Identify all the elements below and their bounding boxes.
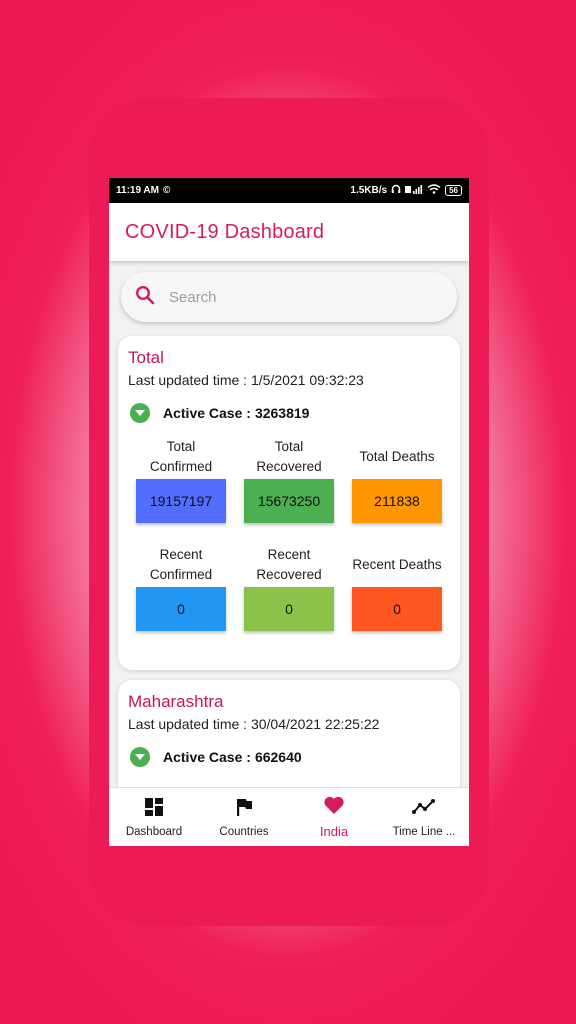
heart-icon: [323, 795, 345, 820]
status-bar: 11:19 AM © 1.5KB/s 56: [109, 178, 469, 203]
search-input[interactable]: [167, 287, 411, 307]
nav-dashboard[interactable]: Dashboard: [109, 788, 199, 846]
stat-recent-recovered: Recent Recovered 0: [244, 545, 334, 631]
status-time: 11:19 AM: [116, 185, 159, 196]
stat-value-box: 0: [352, 587, 442, 631]
active-case-value: 662640: [254, 749, 302, 765]
active-case-value: 3263819: [254, 405, 310, 421]
flag-icon: [234, 797, 254, 822]
nav-label: India: [319, 824, 349, 839]
stat-value-box: 19157197: [136, 479, 226, 523]
active-case-label: Active Case :: [163, 405, 251, 421]
search-icon: [135, 285, 155, 310]
stat-total-recovered: Total Recovered 15673250: [244, 437, 334, 523]
nav-label: Dashboard: [125, 825, 183, 838]
card-title: Maharashtra: [128, 692, 224, 711]
active-case-label: Active Case :: [163, 749, 251, 765]
stat-label: Recent Deaths: [352, 557, 442, 572]
dashboard-icon: [144, 797, 164, 822]
nav-timeline[interactable]: Time Line ...: [379, 788, 469, 846]
stat-value-box: 15673250: [244, 479, 334, 523]
signal-icon: [405, 184, 423, 197]
stat-label: Total Deaths: [359, 449, 435, 464]
stat-total-confirmed: Total Confirmed 19157197: [136, 437, 226, 523]
stat-total-deaths: Total Deaths 211838: [352, 437, 442, 523]
stat-value-box: 0: [244, 587, 334, 631]
active-case-row[interactable]: Active Case : 662640: [130, 747, 450, 767]
stat-label: Recent Confirmed: [149, 547, 213, 582]
total-card[interactable]: Total Last updated time : 1/5/2021 09:32…: [118, 336, 460, 670]
wifi-icon: [427, 184, 441, 197]
stat-label: Total Recovered: [256, 439, 322, 474]
search-bar[interactable]: [121, 272, 457, 322]
stat-label: Recent Recovered: [256, 547, 322, 582]
nav-countries[interactable]: Countries: [199, 788, 289, 846]
active-case-row[interactable]: Active Case : 3263819: [130, 403, 450, 423]
app-title: COVID-19 Dashboard: [125, 220, 325, 243]
last-updated-text: Last updated time : 1/5/2021 09:32:23: [128, 372, 364, 388]
network-speed: 1.5KB/s: [350, 185, 388, 196]
last-updated-text: Last updated time : 30/04/2021 22:25:22: [128, 716, 380, 732]
stat-recent-deaths: Recent Deaths 0: [352, 545, 442, 631]
chevron-down-icon[interactable]: [130, 747, 150, 767]
chevron-down-icon[interactable]: [130, 403, 150, 423]
app-screen: 11:19 AM © 1.5KB/s 56 COVID-19 Dashboard…: [109, 178, 469, 846]
stat-label: Total Confirmed: [149, 439, 213, 474]
app-bar: COVID-19 Dashboard: [109, 203, 469, 261]
stat-recent-confirmed: Recent Confirmed 0: [136, 545, 226, 631]
stat-value-box: 211838: [352, 479, 442, 523]
copyright-notification-icon: ©: [162, 185, 171, 196]
headphones-icon: [391, 184, 401, 197]
bottom-navigation: Dashboard Countries India Time Line ...: [109, 787, 469, 846]
battery-icon: 56: [445, 185, 462, 196]
stats-row-totals: Total Confirmed 19157197 Total Recovered…: [128, 437, 450, 523]
nav-label: Time Line ...: [392, 825, 456, 838]
stats-row-recent: Recent Confirmed 0 Recent Recovered 0 Re…: [128, 545, 450, 631]
timeline-icon: [412, 797, 436, 822]
card-title: Total: [128, 348, 164, 367]
nav-label: Countries: [219, 825, 269, 838]
stat-value-box: 0: [136, 587, 226, 631]
nav-india[interactable]: India: [289, 788, 379, 846]
